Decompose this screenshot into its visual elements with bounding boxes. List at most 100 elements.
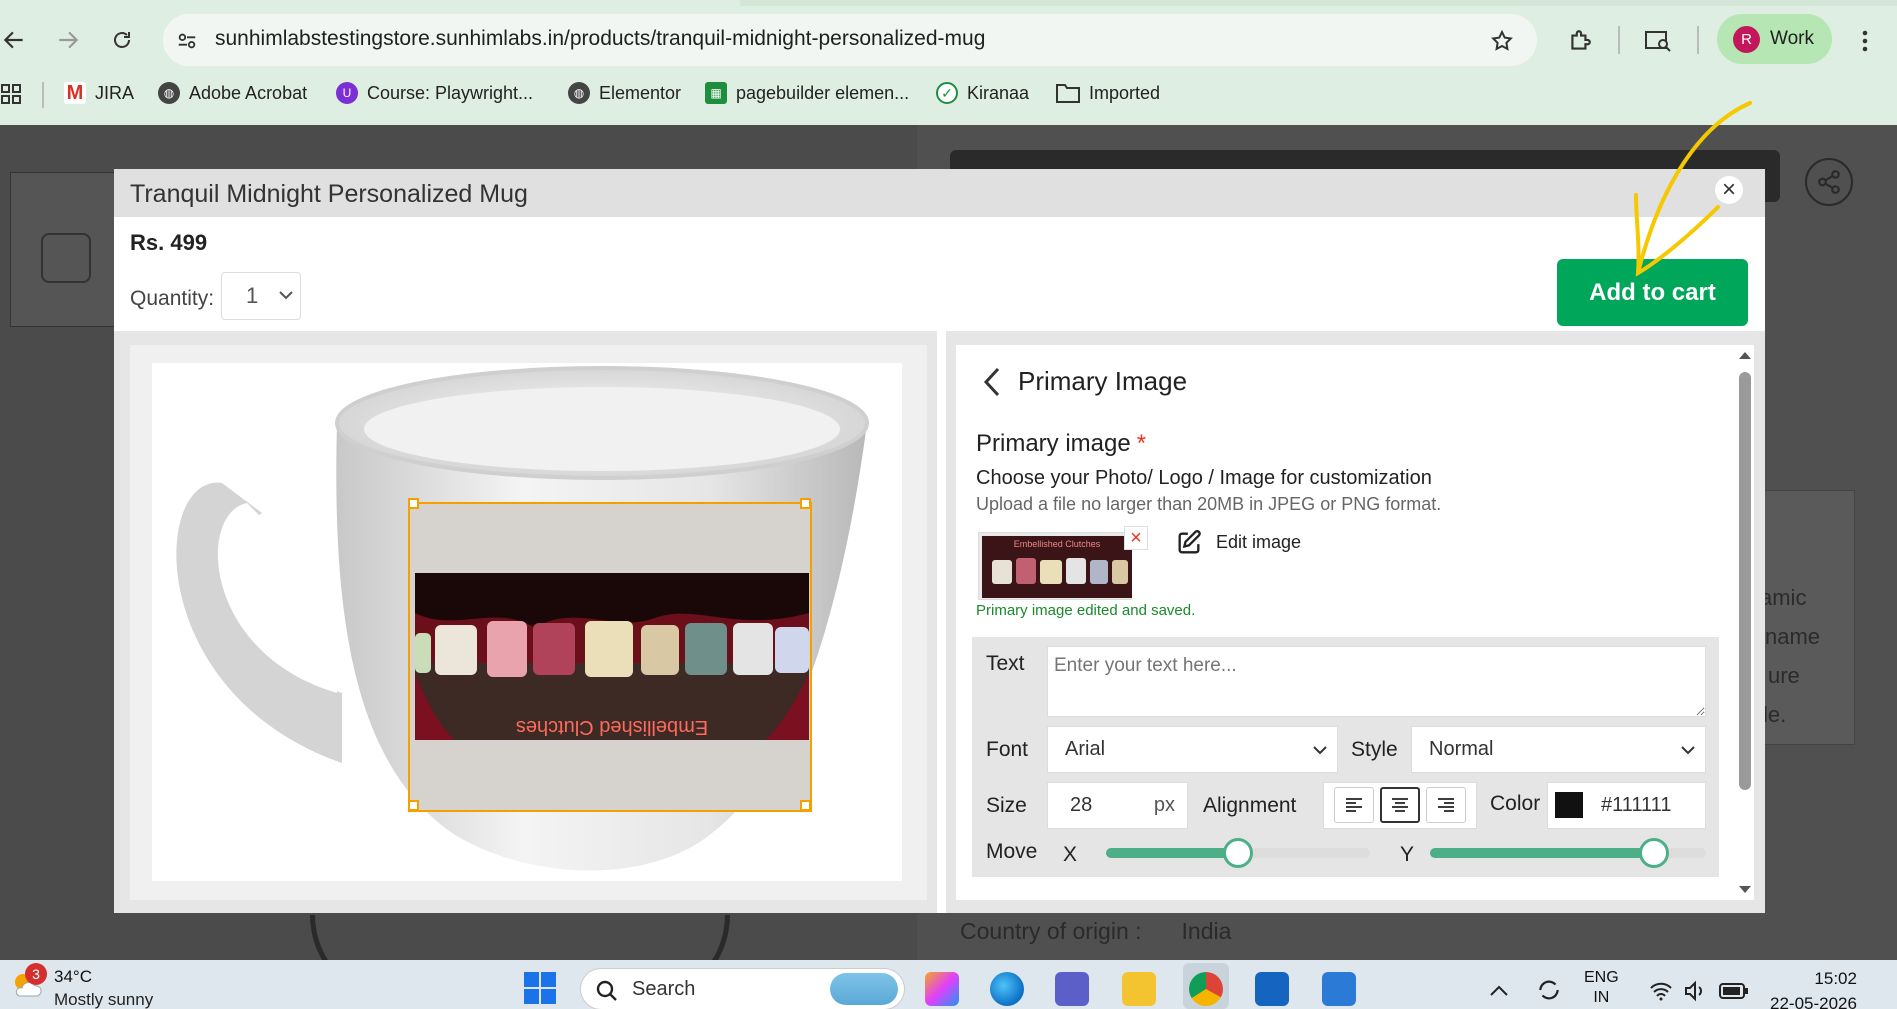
back-icon[interactable] xyxy=(0,20,34,60)
bookmark-label: Imported xyxy=(1089,82,1161,103)
image-thumbnail[interactable]: Embellished Clutches xyxy=(982,536,1132,598)
sync-icon[interactable] xyxy=(1534,975,1564,1005)
bookmark-elementor[interactable]: ◍ Elementor xyxy=(568,82,681,104)
bookmark-star-icon[interactable] xyxy=(1487,26,1517,56)
extensions-icon[interactable] xyxy=(1563,24,1597,58)
photo-caption: Embellished Clutches xyxy=(515,716,709,738)
folder-icon xyxy=(1056,82,1080,104)
check-icon: ✓ xyxy=(936,82,958,104)
time: 15:02 xyxy=(1814,969,1857,988)
y-slider-fill xyxy=(1430,848,1654,858)
instruction-text: Choose your Photo/ Logo / Image for cust… xyxy=(976,467,1432,489)
bookmark-label: pagebuilder elemen... xyxy=(736,82,910,103)
bookmark-kiranaa[interactable]: ✓ Kiranaa xyxy=(936,82,1029,104)
weather-description: Mostly sunny xyxy=(54,990,154,1009)
tab-strip xyxy=(0,0,1897,6)
bookmark-pagebuilder[interactable]: ▦ pagebuilder elemen... xyxy=(705,82,909,104)
bookmark-jira[interactable]: M JIRA xyxy=(64,82,134,104)
align-right-icon xyxy=(1438,798,1454,812)
bookmark-adobe-acrobat[interactable]: ◍ Adobe Acrobat xyxy=(158,82,307,104)
edge-icon[interactable] xyxy=(990,972,1024,1006)
bookmark-course-playwright[interactable]: U Course: Playwright... xyxy=(336,82,533,104)
style-value: Normal xyxy=(1429,738,1494,760)
x-slider-thumb[interactable] xyxy=(1223,838,1253,868)
active-tab[interactable] xyxy=(0,0,740,6)
reload-icon[interactable] xyxy=(102,20,142,60)
chevron-up-icon[interactable] xyxy=(1486,978,1512,1004)
remove-image-button[interactable]: × xyxy=(1124,526,1148,550)
align-center-button[interactable] xyxy=(1380,787,1420,823)
y-slider-thumb[interactable] xyxy=(1638,838,1669,868)
edit-image-button[interactable]: Edit image xyxy=(1216,532,1301,553)
font-select[interactable]: Arial xyxy=(1047,726,1338,773)
apps-grid-icon[interactable] xyxy=(0,83,22,105)
size-input[interactable]: 28 px xyxy=(1047,782,1188,829)
resize-handle[interactable] xyxy=(800,800,811,811)
edit-image-icon[interactable] xyxy=(1174,528,1204,558)
text-input[interactable] xyxy=(1047,646,1706,717)
app-icon[interactable] xyxy=(1255,972,1289,1006)
primary-image-label: Primary image * xyxy=(976,430,1146,458)
copilot-icon[interactable] xyxy=(925,972,959,1006)
scroll-down-icon[interactable] xyxy=(1737,882,1753,896)
resize-handle[interactable] xyxy=(800,498,811,509)
chevron-down-icon xyxy=(275,284,297,306)
upload-hint: Upload a file no larger than 20MB in JPE… xyxy=(976,494,1442,514)
bookmark-label: Kiranaa xyxy=(967,82,1030,103)
color-swatch[interactable] xyxy=(1555,792,1583,818)
y-label: Y xyxy=(1400,843,1415,866)
site-settings-icon[interactable] xyxy=(173,27,201,55)
description-fragment: le. xyxy=(1763,702,1787,727)
description-fragment: name xyxy=(1765,624,1821,649)
resize-handle[interactable] xyxy=(408,498,419,509)
alignment-label: Alignment xyxy=(1203,794,1297,817)
uploaded-photo: Embellished Clutches xyxy=(415,573,809,740)
font-value: Arial xyxy=(1065,738,1106,760)
battery-icon[interactable] xyxy=(1718,978,1750,1004)
description-fragment: amic xyxy=(1760,585,1807,610)
scroll-up-icon[interactable] xyxy=(1737,348,1753,362)
x-label: X xyxy=(1063,843,1078,866)
align-center-icon xyxy=(1392,798,1408,812)
move-label: Move xyxy=(986,840,1038,863)
avatar: R xyxy=(1733,26,1760,53)
product-thumbnail xyxy=(10,172,130,327)
globe-icon: ◍ xyxy=(568,82,590,104)
align-right-button[interactable] xyxy=(1426,787,1466,823)
text-label: Text xyxy=(986,652,1025,675)
panel-divider xyxy=(937,331,946,913)
toolbar-divider xyxy=(1697,26,1699,54)
align-left-icon xyxy=(1346,798,1362,812)
required-mark: * xyxy=(1136,430,1147,457)
country-of-origin: Country of origin : India xyxy=(960,918,1231,945)
forward-icon[interactable] xyxy=(48,20,88,60)
notepad-icon[interactable] xyxy=(1322,972,1356,1006)
more-menu-icon[interactable] xyxy=(1850,24,1880,58)
bookmark-label: JIRA xyxy=(95,82,135,103)
align-left-button[interactable] xyxy=(1334,787,1374,823)
font-label: Font xyxy=(986,738,1029,761)
teams-icon[interactable] xyxy=(1055,972,1089,1006)
windows-start-icon[interactable] xyxy=(520,968,560,1008)
resize-handle[interactable] xyxy=(408,800,419,811)
gmail-icon: M xyxy=(64,82,86,104)
toolbar-divider xyxy=(1618,26,1620,54)
language-indicator[interactable]: ENG IN xyxy=(1584,968,1619,1008)
wifi-icon[interactable] xyxy=(1648,978,1674,1004)
sheets-icon: ▦ xyxy=(705,82,727,104)
bookmark-imported[interactable]: Imported xyxy=(1056,82,1160,104)
back-chevron-icon[interactable] xyxy=(977,366,1007,398)
search-label: Search xyxy=(632,978,696,1000)
quantity-value: 1 xyxy=(246,283,259,308)
search-icon xyxy=(594,978,620,1004)
panel-title: Primary Image xyxy=(1018,366,1188,396)
tab-search-icon[interactable] xyxy=(1641,24,1675,58)
file-explorer-icon[interactable] xyxy=(1122,972,1156,1006)
chrome-icon[interactable] xyxy=(1189,972,1223,1006)
quantity-label: Quantity: xyxy=(130,287,215,310)
url-text[interactable]: sunhimlabstestingstore.sunhimlabs.in/pro… xyxy=(215,27,985,51)
clock[interactable]: 15:02 22-05-2026 xyxy=(1770,966,1857,1009)
style-select[interactable]: Normal xyxy=(1411,726,1706,773)
scrollbar-thumb[interactable] xyxy=(1739,372,1751,790)
volume-icon[interactable] xyxy=(1682,978,1708,1004)
